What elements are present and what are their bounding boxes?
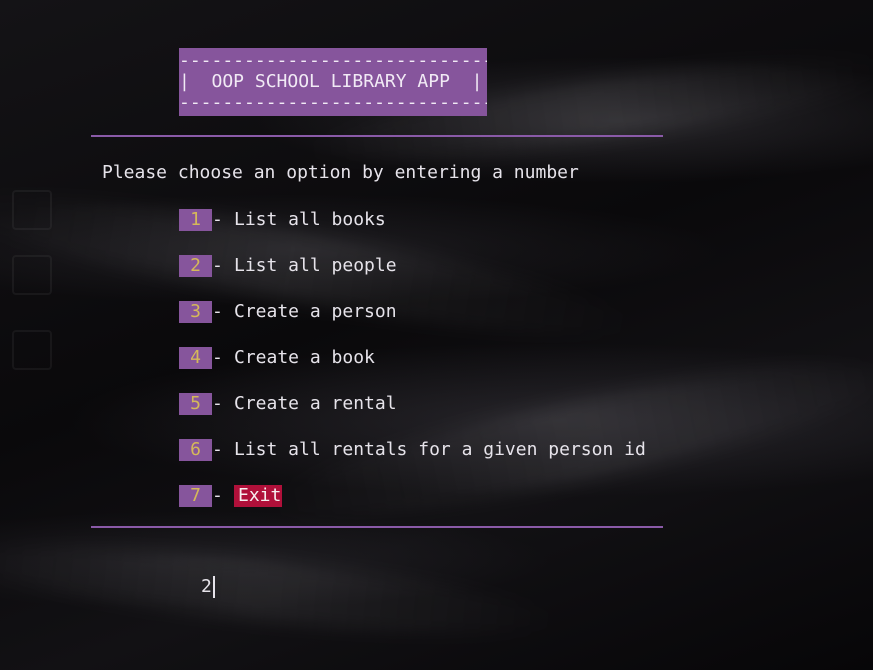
top-separator xyxy=(91,135,663,137)
menu-item-create-person: 3- Create a person xyxy=(179,301,397,323)
menu-item-separator: - xyxy=(212,255,234,276)
menu-item-list-people: 2- List all people xyxy=(179,255,397,277)
input-value: 2 xyxy=(201,576,212,597)
ghost-icon xyxy=(12,255,52,295)
app-title-banner: ----------------------------- | OOP SCHO… xyxy=(179,48,487,116)
menu-item-separator: - xyxy=(212,301,234,322)
menu-item-create-book: 4- Create a book xyxy=(179,347,375,369)
menu-item-number: 3 xyxy=(179,301,212,323)
menu-item-number: 7 xyxy=(179,485,212,507)
menu-item-list-books: 1- List all books xyxy=(179,209,386,231)
banner-top-border: ----------------------------- xyxy=(179,50,487,71)
menu-item-number: 4 xyxy=(179,347,212,369)
exit-label: Exit xyxy=(234,485,283,507)
menu-item-number: 6 xyxy=(179,439,212,461)
menu-item-label: List all rentals for a given person id xyxy=(234,439,646,460)
menu-item-label: List all books xyxy=(234,209,386,230)
menu-item-label: Create a book xyxy=(234,347,375,368)
menu-item-label: List all people xyxy=(234,255,397,276)
menu-item-number: 5 xyxy=(179,393,212,415)
ghost-icon xyxy=(12,330,52,370)
menu-item-label: Create a rental xyxy=(234,393,397,414)
menu-item-separator: - xyxy=(212,439,234,460)
menu-item-exit: 7- Exit xyxy=(179,485,283,507)
banner-title: | OOP SCHOOL LIBRARY APP | xyxy=(179,71,483,92)
instruction-prompt: Please choose an option by entering a nu… xyxy=(102,162,579,183)
banner-bottom-border: ----------------------------- xyxy=(179,92,487,113)
terminal-input[interactable]: 2 xyxy=(201,575,215,599)
menu-item-separator: - xyxy=(212,485,234,506)
menu-item-separator: - xyxy=(212,347,234,368)
menu-item-separator: - xyxy=(212,393,234,414)
menu-item-number: 2 xyxy=(179,255,212,277)
bottom-separator xyxy=(91,526,663,528)
text-cursor xyxy=(212,576,215,598)
menu-item-create-rental: 5- Create a rental xyxy=(179,393,397,415)
menu-item-number: 1 xyxy=(179,209,212,231)
menu-item-list-rentals: 6- List all rentals for a given person i… xyxy=(179,439,646,461)
ghost-icon xyxy=(12,190,52,230)
menu-item-label: Create a person xyxy=(234,301,397,322)
menu-item-separator: - xyxy=(212,209,234,230)
